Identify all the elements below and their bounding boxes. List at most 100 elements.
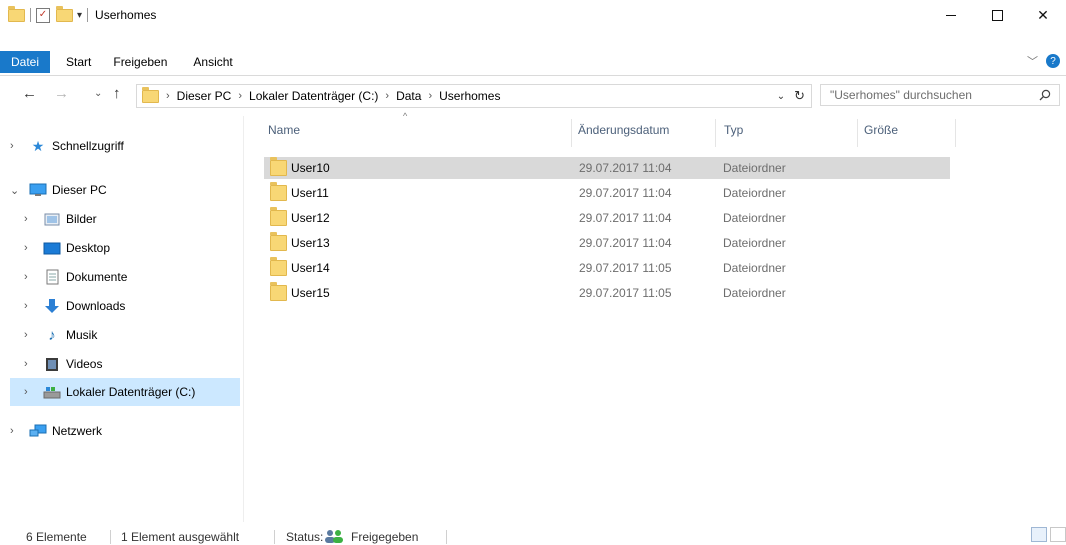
status-value: Freigegeben bbox=[351, 530, 419, 544]
nav-item-documents[interactable]: › Dokumente bbox=[24, 263, 127, 291]
column-divider[interactable] bbox=[857, 119, 858, 147]
breadcrumb-chevron-icon[interactable]: › bbox=[166, 90, 170, 102]
file-modified-date: 29.07.2017 11:04 bbox=[579, 186, 672, 200]
column-divider[interactable] bbox=[955, 119, 956, 147]
file-type: Dateiordner bbox=[723, 286, 786, 300]
documents-icon bbox=[42, 269, 62, 285]
search-icon[interactable] bbox=[1039, 89, 1051, 101]
ribbon-controls: ﹀ ? bbox=[1027, 53, 1060, 69]
nav-item-label: Dokumente bbox=[66, 270, 128, 284]
title-bar: ✓ ▾ Userhomes ✕ bbox=[0, 0, 1066, 30]
back-arrow-icon[interactable]: ← bbox=[22, 85, 37, 102]
window-controls: ✕ bbox=[928, 0, 1066, 30]
help-icon[interactable]: ? bbox=[1046, 54, 1060, 68]
status-separator bbox=[274, 530, 275, 544]
expand-ribbon-icon[interactable]: ﹀ bbox=[1027, 53, 1038, 69]
nav-item-this-pc[interactable]: ⌄ Dieser PC bbox=[10, 176, 107, 204]
folder-icon bbox=[270, 282, 287, 301]
expand-chevron-icon[interactable]: › bbox=[24, 242, 38, 254]
status-label: Status: bbox=[286, 530, 324, 544]
item-count: 6 Elemente bbox=[26, 530, 87, 544]
nav-item-music[interactable]: › ♪ Musik bbox=[24, 321, 97, 349]
maximize-button[interactable] bbox=[974, 0, 1020, 30]
star-icon: ★ bbox=[31, 137, 45, 154]
folder-icon bbox=[270, 207, 287, 226]
breadcrumb-data[interactable]: Data bbox=[396, 89, 421, 103]
status-separator bbox=[446, 530, 447, 544]
close-icon: ✕ bbox=[1037, 6, 1049, 23]
file-row[interactable]: User15 29.07.2017 11:05 Dateiordner bbox=[264, 282, 950, 304]
toolbar-separator bbox=[87, 8, 89, 22]
expand-chevron-icon[interactable]: › bbox=[24, 358, 38, 370]
nav-item-pictures[interactable]: › Bilder bbox=[24, 205, 97, 233]
file-name: User15 bbox=[291, 286, 330, 300]
column-header-size[interactable]: Größe bbox=[864, 123, 898, 137]
breadcrumb-chevron-icon[interactable]: › bbox=[385, 90, 389, 102]
breadcrumb-dieser-pc[interactable]: Dieser PC bbox=[177, 89, 232, 103]
large-icons-view-icon[interactable] bbox=[1050, 527, 1066, 542]
column-divider[interactable] bbox=[715, 119, 716, 147]
minimize-button[interactable] bbox=[928, 0, 974, 30]
expand-chevron-icon[interactable]: › bbox=[24, 300, 38, 312]
file-modified-date: 29.07.2017 11:05 bbox=[579, 261, 672, 275]
file-row[interactable]: User14 29.07.2017 11:05 Dateiordner bbox=[264, 257, 950, 279]
window-title: Userhomes bbox=[95, 8, 157, 22]
column-divider[interactable] bbox=[571, 119, 572, 147]
quick-access-toolbar: ✓ ▾ Userhomes bbox=[8, 0, 156, 30]
nav-item-network[interactable]: › Netzwerk bbox=[10, 417, 102, 445]
expand-chevron-icon[interactable]: › bbox=[24, 386, 38, 398]
address-bar[interactable]: › Dieser PC › Lokaler Datenträger (C:) ›… bbox=[136, 84, 812, 108]
folder-icon bbox=[270, 232, 287, 251]
nav-item-label: Downloads bbox=[66, 299, 126, 313]
nav-item-label: Musik bbox=[66, 328, 98, 342]
file-row[interactable]: User10 29.07.2017 11:04 Dateiordner bbox=[264, 157, 950, 179]
folder-icon bbox=[270, 182, 287, 201]
file-row[interactable]: User12 29.07.2017 11:04 Dateiordner bbox=[264, 207, 950, 229]
breadcrumb-chevron-icon[interactable]: › bbox=[238, 90, 242, 102]
expand-chevron-icon[interactable]: › bbox=[10, 140, 24, 152]
search-placeholder: "Userhomes" durchsuchen bbox=[830, 88, 972, 102]
column-header-type[interactable]: Typ bbox=[724, 123, 743, 137]
properties-icon[interactable]: ✓ bbox=[36, 7, 50, 23]
expand-chevron-icon[interactable]: › bbox=[24, 213, 38, 225]
search-input[interactable]: "Userhomes" durchsuchen bbox=[820, 84, 1060, 106]
expand-chevron-icon[interactable]: › bbox=[24, 271, 38, 283]
column-header-name[interactable]: Name bbox=[268, 123, 300, 137]
file-row[interactable]: User11 29.07.2017 11:04 Dateiordner bbox=[264, 182, 950, 204]
folder-icon[interactable] bbox=[8, 5, 25, 22]
file-modified-date: 29.07.2017 11:05 bbox=[579, 286, 672, 300]
expand-chevron-icon[interactable]: › bbox=[24, 329, 38, 341]
column-header-date[interactable]: Änderungsdatum bbox=[578, 123, 669, 137]
tab-share[interactable]: Freigeben bbox=[103, 51, 177, 73]
nav-item-quick-access[interactable]: › ★ Schnellzugriff bbox=[10, 132, 124, 160]
breadcrumb-drive-c[interactable]: Lokaler Datenträger (C:) bbox=[249, 89, 378, 103]
tab-view[interactable]: Ansicht bbox=[183, 51, 242, 73]
navigation-pane: › ★ Schnellzugriff ⌄ Dieser PC › Bilder … bbox=[0, 118, 243, 522]
file-row[interactable]: User13 29.07.2017 11:04 Dateiordner bbox=[264, 232, 950, 254]
nav-item-local-disk[interactable]: › Lokaler Datenträger (C:) bbox=[10, 378, 240, 406]
breadcrumb-userhomes[interactable]: Userhomes bbox=[439, 89, 500, 103]
nav-item-desktop[interactable]: › Desktop bbox=[24, 234, 110, 262]
breadcrumb-chevron-icon[interactable]: › bbox=[428, 90, 432, 102]
customize-toolbar-dropdown-icon[interactable]: ▾ bbox=[77, 10, 82, 21]
forward-arrow-icon[interactable]: → bbox=[54, 85, 69, 102]
close-button[interactable]: ✕ bbox=[1020, 0, 1066, 30]
address-history-dropdown-icon[interactable]: ⌄ bbox=[777, 91, 785, 102]
new-folder-icon[interactable] bbox=[56, 5, 73, 22]
network-icon bbox=[28, 423, 48, 439]
nav-item-label: Netzwerk bbox=[52, 424, 103, 438]
file-list: ^ Name Änderungsdatum Typ Größe User10 2… bbox=[244, 109, 1066, 522]
recent-locations-dropdown-icon[interactable]: ⌄ bbox=[94, 88, 102, 99]
nav-item-videos[interactable]: › Videos bbox=[24, 350, 102, 378]
status-separator bbox=[110, 530, 111, 544]
nav-item-downloads[interactable]: › Downloads bbox=[24, 292, 125, 320]
details-view-icon[interactable] bbox=[1031, 527, 1047, 542]
collapse-chevron-icon[interactable]: ⌄ bbox=[10, 184, 24, 197]
expand-chevron-icon[interactable]: › bbox=[10, 425, 24, 437]
refresh-icon[interactable]: ↻ bbox=[794, 88, 805, 104]
file-type: Dateiordner bbox=[723, 236, 786, 250]
tab-file[interactable]: Datei bbox=[0, 51, 51, 73]
up-arrow-icon[interactable]: ↑ bbox=[113, 85, 121, 102]
tab-start[interactable]: Start bbox=[56, 51, 101, 73]
pictures-icon bbox=[42, 211, 62, 227]
